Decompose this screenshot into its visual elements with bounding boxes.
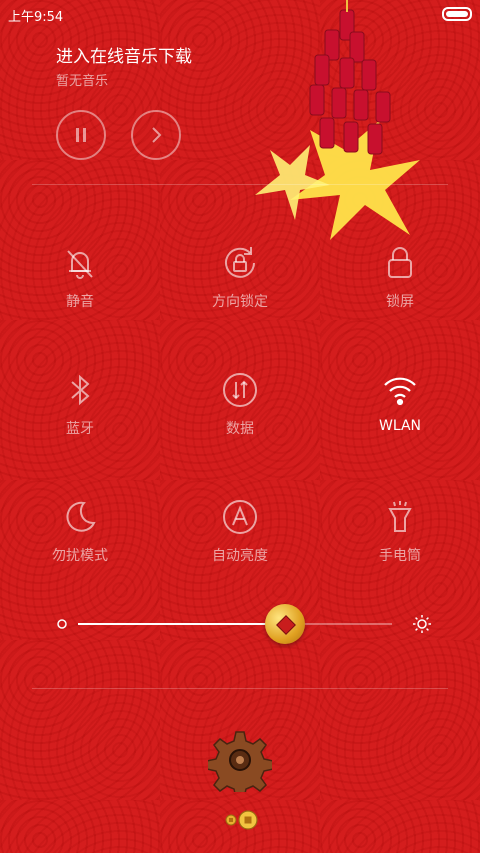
wifi-icon bbox=[384, 377, 416, 406]
toggle-auto-brightness[interactable]: 自动亮度 bbox=[180, 497, 300, 565]
pause-icon bbox=[76, 128, 86, 142]
toggle-rotation-lock[interactable]: 方向锁定 bbox=[180, 243, 300, 311]
music-title[interactable]: 进入在线音乐下载 bbox=[56, 42, 192, 67]
toggle-flashlight[interactable]: 手电筒 bbox=[340, 497, 460, 565]
toggle-wlan[interactable]: WLAN bbox=[340, 370, 460, 434]
toggle-wlan-label: WLAN bbox=[378, 418, 421, 434]
toggle-do-not-disturb-label: 勿扰模式 bbox=[52, 548, 108, 564]
page-indicator-coins bbox=[225, 810, 258, 830]
toggle-lock-screen-label: 锁屏 bbox=[386, 294, 414, 310]
pause-button[interactable] bbox=[56, 110, 106, 160]
toggle-do-not-disturb[interactable]: 勿扰模式 bbox=[20, 497, 140, 565]
toggle-mobile-data[interactable]: 数据 bbox=[180, 370, 300, 438]
settings-gear-icon[interactable] bbox=[208, 728, 272, 792]
toggle-silent-label: 静音 bbox=[66, 294, 94, 310]
toggle-auto-brightness-label: 自动亮度 bbox=[212, 548, 268, 564]
mobile-data-icon bbox=[223, 373, 257, 407]
brightness-high-icon bbox=[413, 615, 431, 633]
chevron-right-icon bbox=[152, 127, 162, 143]
moon-icon bbox=[66, 501, 96, 532]
toggle-lock-screen[interactable]: 锁屏 bbox=[340, 243, 460, 311]
toggle-mobile-data-label: 数据 bbox=[226, 421, 254, 437]
slider-fill bbox=[78, 623, 286, 625]
bluetooth-icon bbox=[71, 374, 90, 406]
auto-brightness-icon bbox=[223, 500, 257, 534]
rotation-lock-icon bbox=[225, 247, 255, 278]
bell-off-icon bbox=[67, 250, 93, 279]
firecracker-decoration bbox=[255, 0, 420, 240]
lock-icon bbox=[388, 247, 412, 278]
toggle-bluetooth[interactable]: 蓝牙 bbox=[20, 370, 140, 438]
music-subtitle: 暂无音乐 bbox=[56, 74, 109, 89]
flashlight-icon bbox=[388, 501, 412, 532]
toggle-bluetooth-label: 蓝牙 bbox=[66, 421, 94, 437]
divider-top bbox=[32, 184, 448, 185]
next-button[interactable] bbox=[131, 110, 181, 160]
toggle-rotation-lock-label: 方向锁定 bbox=[212, 294, 268, 310]
toggle-silent[interactable]: 静音 bbox=[20, 243, 140, 311]
status-time: 上午9:54 bbox=[8, 10, 64, 25]
brightness-low-icon bbox=[57, 619, 67, 629]
brightness-slider[interactable] bbox=[56, 600, 432, 648]
slider-thumb[interactable] bbox=[265, 604, 306, 644]
toggle-flashlight-label: 手电筒 bbox=[379, 548, 421, 564]
divider-bottom bbox=[32, 688, 448, 689]
